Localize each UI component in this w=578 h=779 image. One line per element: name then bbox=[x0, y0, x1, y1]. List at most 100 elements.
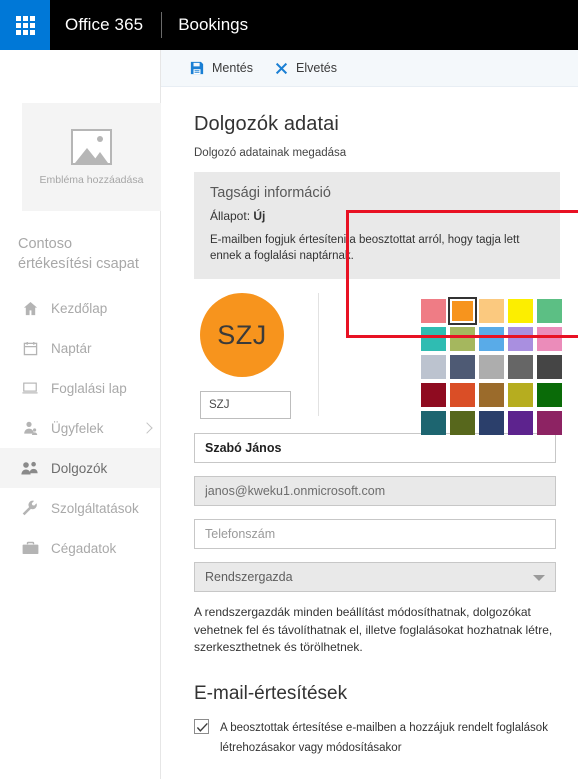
color-swatch[interactable] bbox=[535, 381, 564, 409]
close-x-icon bbox=[275, 62, 288, 75]
color-swatch[interactable] bbox=[477, 353, 506, 381]
suite-app-name[interactable]: Bookings bbox=[178, 15, 248, 35]
color-swatch-fill bbox=[450, 411, 475, 435]
monitor-icon bbox=[20, 379, 40, 397]
avatar[interactable]: SZJ bbox=[200, 293, 284, 377]
membership-status-value: Új bbox=[253, 209, 266, 223]
color-swatch[interactable] bbox=[448, 381, 477, 409]
color-swatch-fill bbox=[421, 355, 446, 379]
membership-info-card: Tagsági információ Állapot: Új E-mailben… bbox=[194, 172, 560, 279]
color-swatch[interactable] bbox=[506, 381, 535, 409]
color-swatch-fill bbox=[508, 355, 533, 379]
color-swatch-fill bbox=[421, 411, 446, 435]
role-select-wrapper: Rendszergazda bbox=[194, 562, 556, 592]
app-launcher-waffle-icon[interactable] bbox=[0, 0, 50, 50]
color-swatch-fill bbox=[479, 299, 504, 323]
sidebar-item-szolgaltatasok[interactable]: Szolgáltatások bbox=[0, 488, 160, 528]
color-swatch-fill bbox=[452, 301, 473, 321]
color-swatch-fill bbox=[450, 355, 475, 379]
save-icon bbox=[190, 61, 204, 75]
image-placeholder-icon bbox=[71, 128, 112, 165]
sidebar-item-kezdolap[interactable]: Kezdőlap bbox=[0, 288, 160, 328]
color-swatch-fill bbox=[537, 299, 562, 323]
name-input[interactable] bbox=[194, 433, 556, 463]
avatar-and-palette-row: SZJ bbox=[194, 293, 562, 435]
color-swatch[interactable] bbox=[506, 353, 535, 381]
waffle-grid bbox=[15, 15, 35, 35]
membership-info-title: Tagsági információ bbox=[210, 185, 331, 201]
sidebar-item-cegadatok[interactable]: Cégadatok bbox=[0, 528, 160, 568]
color-swatch[interactable] bbox=[477, 325, 506, 353]
color-swatch[interactable] bbox=[506, 297, 535, 325]
sidebar-item-dolgozok[interactable]: Dolgozók bbox=[0, 448, 160, 488]
color-swatch[interactable] bbox=[477, 297, 506, 325]
notify-staff-checkbox[interactable] bbox=[194, 718, 209, 734]
page-title: Dolgozók adatai bbox=[194, 113, 339, 135]
add-logo-button[interactable]: Embléma hozzáadása bbox=[22, 103, 161, 211]
color-swatch-fill bbox=[479, 327, 504, 351]
color-swatch[interactable] bbox=[477, 409, 506, 437]
suite-divider bbox=[161, 12, 163, 38]
office-suite-bar: Office 365 Bookings bbox=[0, 0, 578, 50]
notify-staff-label: A beosztottak értesítése e-mailben a hoz… bbox=[220, 721, 548, 754]
notify-staff-checkbox-row: A beosztottak értesítése e-mailben a hoz… bbox=[194, 718, 560, 758]
business-name-selector[interactable]: Contoso értékesítési csapat bbox=[18, 234, 161, 434]
vertical-divider bbox=[318, 293, 319, 416]
save-button[interactable]: Mentés bbox=[190, 61, 253, 75]
avatar-color-palette bbox=[419, 297, 564, 437]
color-swatch[interactable] bbox=[419, 381, 448, 409]
color-swatch-fill bbox=[508, 327, 533, 351]
staff-icon bbox=[20, 459, 40, 477]
sidebar-item-ugyfelek[interactable]: Ügyfelek bbox=[0, 408, 160, 448]
email-notifications-title: E-mail-értesítések bbox=[194, 682, 348, 704]
color-swatch[interactable] bbox=[535, 353, 564, 381]
color-swatch[interactable] bbox=[419, 353, 448, 381]
sidebar-item-label: Szolgáltatások bbox=[51, 500, 139, 516]
color-swatch-fill bbox=[479, 355, 504, 379]
color-swatch-fill bbox=[479, 411, 504, 435]
email-input[interactable] bbox=[194, 476, 556, 506]
color-swatch[interactable] bbox=[506, 409, 535, 437]
home-icon bbox=[20, 299, 40, 317]
color-swatch[interactable] bbox=[448, 297, 477, 325]
color-swatch[interactable] bbox=[419, 409, 448, 437]
color-swatch[interactable] bbox=[477, 381, 506, 409]
sidebar-item-label: Naptár bbox=[51, 340, 92, 356]
business-name-label: Contoso értékesítési csapat bbox=[18, 236, 139, 272]
phone-input[interactable] bbox=[194, 519, 556, 549]
discard-button[interactable]: Elvetés bbox=[275, 61, 337, 75]
color-swatch[interactable] bbox=[419, 297, 448, 325]
color-swatch[interactable] bbox=[419, 325, 448, 353]
left-navigation: Embléma hozzáadása Contoso értékesítési … bbox=[0, 50, 161, 779]
sidebar-item-foglalasi-lap[interactable]: Foglalási lap bbox=[0, 368, 160, 408]
sidebar-item-label: Dolgozók bbox=[51, 460, 108, 476]
nav-list: Kezdőlap Naptár Foglalási lap Ügyfelek D… bbox=[0, 288, 160, 568]
sidebar-item-label: Cégadatok bbox=[51, 540, 117, 556]
color-swatch-fill bbox=[421, 327, 446, 351]
sidebar-item-naptar[interactable]: Naptár bbox=[0, 328, 160, 368]
save-label: Mentés bbox=[212, 61, 253, 75]
sidebar-item-label: Kezdőlap bbox=[51, 300, 108, 316]
bookings-staff-details-page: Office 365 Bookings Embléma hozzáadása C… bbox=[0, 0, 578, 779]
color-swatch-fill bbox=[421, 383, 446, 407]
color-swatch[interactable] bbox=[448, 409, 477, 437]
color-swatch[interactable] bbox=[448, 325, 477, 353]
color-swatch-fill bbox=[450, 383, 475, 407]
membership-status: Állapot: Új bbox=[210, 209, 544, 223]
staff-form-fields: Rendszergazda A rendszergazdák minden be… bbox=[194, 433, 560, 657]
add-logo-label: Embléma hozzáadása bbox=[39, 173, 144, 186]
membership-status-label: Állapot: bbox=[210, 209, 251, 223]
color-swatch[interactable] bbox=[535, 297, 564, 325]
content-area: Dolgozók adatai Dolgozó adatainak megadá… bbox=[161, 113, 578, 758]
role-select[interactable]: Rendszergazda bbox=[194, 562, 556, 592]
color-swatch[interactable] bbox=[535, 325, 564, 353]
color-swatch[interactable] bbox=[448, 353, 477, 381]
page-subtitle: Dolgozó adatainak megadása bbox=[194, 147, 347, 159]
initials-input[interactable] bbox=[200, 391, 291, 419]
suite-brand-label[interactable]: Office 365 bbox=[50, 15, 143, 35]
color-swatch[interactable] bbox=[506, 325, 535, 353]
wrench-icon bbox=[20, 499, 40, 517]
color-swatch-fill bbox=[479, 383, 504, 407]
checkmark-icon bbox=[196, 722, 208, 732]
color-swatch[interactable] bbox=[535, 409, 564, 437]
